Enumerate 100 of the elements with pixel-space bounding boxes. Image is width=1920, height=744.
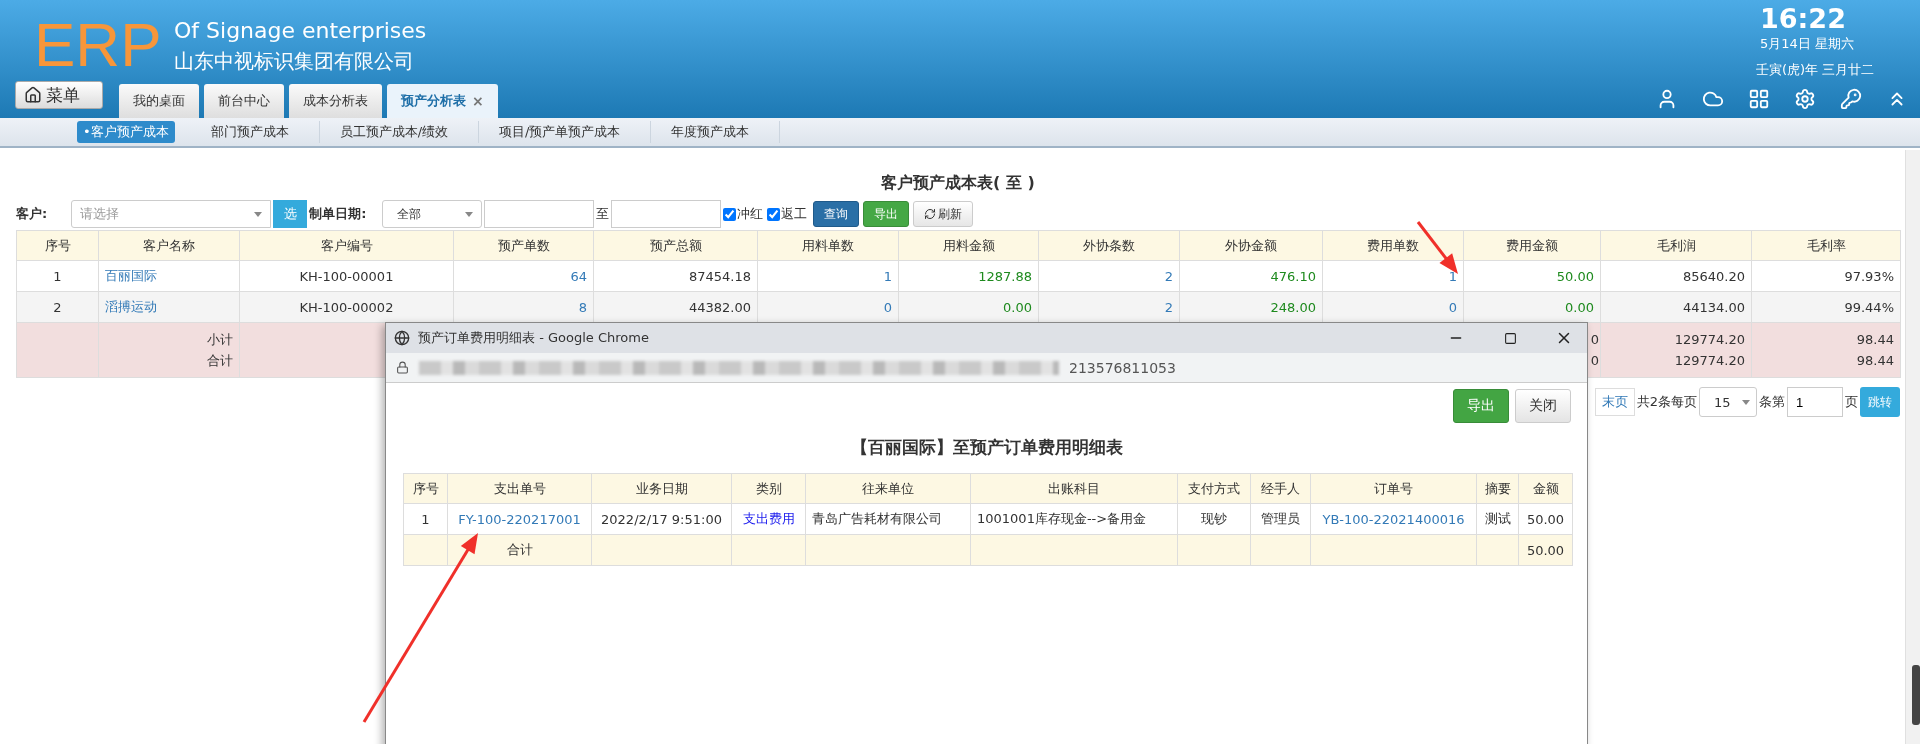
column-header: 费用金额 [1463, 230, 1601, 261]
tab[interactable]: 成本分析表 [289, 84, 382, 118]
summary-cell: 129774.20 [1600, 350, 1752, 378]
company-name: 山东中视标识集团有限公司 [174, 48, 415, 75]
popup-title: 【百丽国际】至预产订单费用明细表 [849, 436, 1124, 459]
start-date-field[interactable] [484, 200, 595, 228]
key-icon[interactable] [1840, 88, 1862, 110]
logo: ERP [34, 12, 163, 78]
refresh-icon [924, 208, 937, 220]
pick-button[interactable]: 选 [273, 200, 308, 228]
end-date-field[interactable] [611, 200, 722, 228]
menu-button[interactable]: 菜单 [15, 81, 103, 109]
column-header: 毛利润 [1600, 230, 1752, 261]
tab-label: 我的桌面 [133, 92, 185, 110]
table-cell: 476.10 [1179, 260, 1323, 292]
page-prefix: 条第 [1759, 393, 1785, 411]
scrollbar[interactable] [1905, 150, 1920, 744]
clock-time: 16:22 [1760, 4, 1847, 34]
maximize-icon[interactable] [1503, 331, 1517, 345]
column-header: 外协条数 [1038, 230, 1180, 261]
subnav-item[interactable]: 部门预产成本 [204, 121, 320, 143]
column-header: 金额 [1518, 473, 1573, 504]
last-page-link[interactable]: 末页 [1594, 388, 1635, 416]
to-label: 至 [596, 205, 610, 223]
column-header: 出账科目 [970, 473, 1178, 504]
checkbox-label: 返工 [781, 205, 808, 223]
table-link[interactable]: 滔搏运动 [98, 291, 240, 323]
column-header: 毛利率 [1751, 230, 1901, 261]
table-cell: 2022/2/17 9:51:00 [591, 503, 732, 535]
column-header: 摘要 [1476, 473, 1519, 504]
tab-label: 成本分析表 [303, 92, 368, 110]
column-header: 支出单号 [447, 473, 592, 504]
summary-label: 合计 [98, 350, 240, 378]
table-link[interactable]: 支出费用 [731, 503, 806, 535]
table-cell: 1287.88 [898, 260, 1039, 292]
tab[interactable]: 前台中心 [204, 84, 284, 118]
page-size-select[interactable]: 15 [1699, 387, 1757, 417]
table-cell: 1 [403, 503, 448, 535]
scroll-handle[interactable] [1912, 665, 1920, 725]
checkbox[interactable] [767, 207, 781, 221]
column-header: 用料金额 [898, 230, 1039, 261]
subnav-item[interactable]: •客户预产成本 [77, 121, 175, 143]
column-header: 预产单数 [453, 230, 594, 261]
table-link[interactable]: 2 [1038, 260, 1180, 292]
tab[interactable]: 预产分析表 × [387, 84, 498, 118]
table-link[interactable]: 百丽国际 [98, 260, 240, 292]
grid-icon[interactable] [1748, 88, 1770, 110]
tab-label: 预产分析表 [401, 92, 466, 110]
subnav-item[interactable]: 年度预产成本 [665, 121, 781, 143]
url-text: 213576811053 [1069, 359, 1176, 376]
column-header: 用料单数 [757, 230, 899, 261]
column-header: 序号 [403, 473, 448, 504]
column-header: 业务日期 [591, 473, 732, 504]
table-cell: 87454.18 [593, 260, 758, 292]
table-cell: 44134.00 [1600, 291, 1752, 323]
page-suffix: 页 [1845, 393, 1858, 411]
table-cell: 1001001库存现金-->备用金 [970, 503, 1178, 535]
lock-icon [396, 361, 409, 374]
report-title: 客户预产成本表( 至 ) [880, 172, 1036, 194]
company-title: Of Signage enterprises [174, 17, 427, 45]
table-link[interactable]: 64 [453, 260, 594, 292]
query-button[interactable]: 查询 [813, 201, 860, 227]
tab-close[interactable]: × [472, 93, 484, 109]
checkbox[interactable] [723, 207, 737, 221]
column-header: 经手人 [1250, 473, 1311, 504]
table-cell: 50.00 [1518, 503, 1573, 535]
lunar-date: 壬寅(虎)年 三月廿二 [1756, 61, 1876, 79]
refresh-button[interactable]: 刷新 [913, 201, 974, 227]
table-cell: 青岛广告耗材有限公司 [805, 503, 971, 535]
table-cell: 现钞 [1177, 503, 1251, 535]
home-icon [24, 86, 42, 104]
summary-cell: 98.44 [1751, 350, 1901, 378]
customer-select[interactable]: 请选择 [71, 200, 272, 228]
tab[interactable]: 我的桌面 [119, 84, 199, 118]
table-cell: KH-100-00001 [239, 260, 454, 292]
window-title: 预产订单费用明细表 - Google Chrome [418, 329, 650, 347]
total-amount: 50.00 [1518, 534, 1573, 566]
export-button[interactable]: 导出 [1453, 389, 1509, 423]
table-link[interactable]: FY-100-220217001 [447, 503, 592, 535]
page-field[interactable]: 1 [1787, 387, 1843, 417]
globe-icon [394, 330, 410, 346]
column-header: 类别 [731, 473, 806, 504]
column-header: 序号 [16, 230, 99, 261]
export-button[interactable]: 导出 [863, 201, 910, 227]
go-button[interactable]: 跳转 [1860, 387, 1900, 417]
table-cell: 管理员 [1250, 503, 1311, 535]
settings-icon[interactable] [1794, 88, 1816, 110]
table-link[interactable]: 1 [757, 260, 899, 292]
table-cell: 85640.20 [1600, 260, 1752, 292]
date-range-select[interactable]: 全部 [382, 200, 483, 228]
table-cell: 97.93% [1751, 260, 1901, 292]
column-header: 往来单位 [805, 473, 971, 504]
column-header: 支付方式 [1177, 473, 1251, 504]
customer-label: 客户: [16, 205, 48, 223]
table-link[interactable]: YB-100-22021400016 [1310, 503, 1477, 535]
column-header: 客户名称 [98, 230, 240, 261]
close-button[interactable]: 关闭 [1515, 389, 1571, 423]
subnav-item[interactable]: 员工预产成本/绩效 [333, 121, 480, 143]
table-cell: 50.00 [1463, 260, 1601, 292]
subnav-item[interactable]: 项目/预产单预产成本 [493, 121, 652, 143]
